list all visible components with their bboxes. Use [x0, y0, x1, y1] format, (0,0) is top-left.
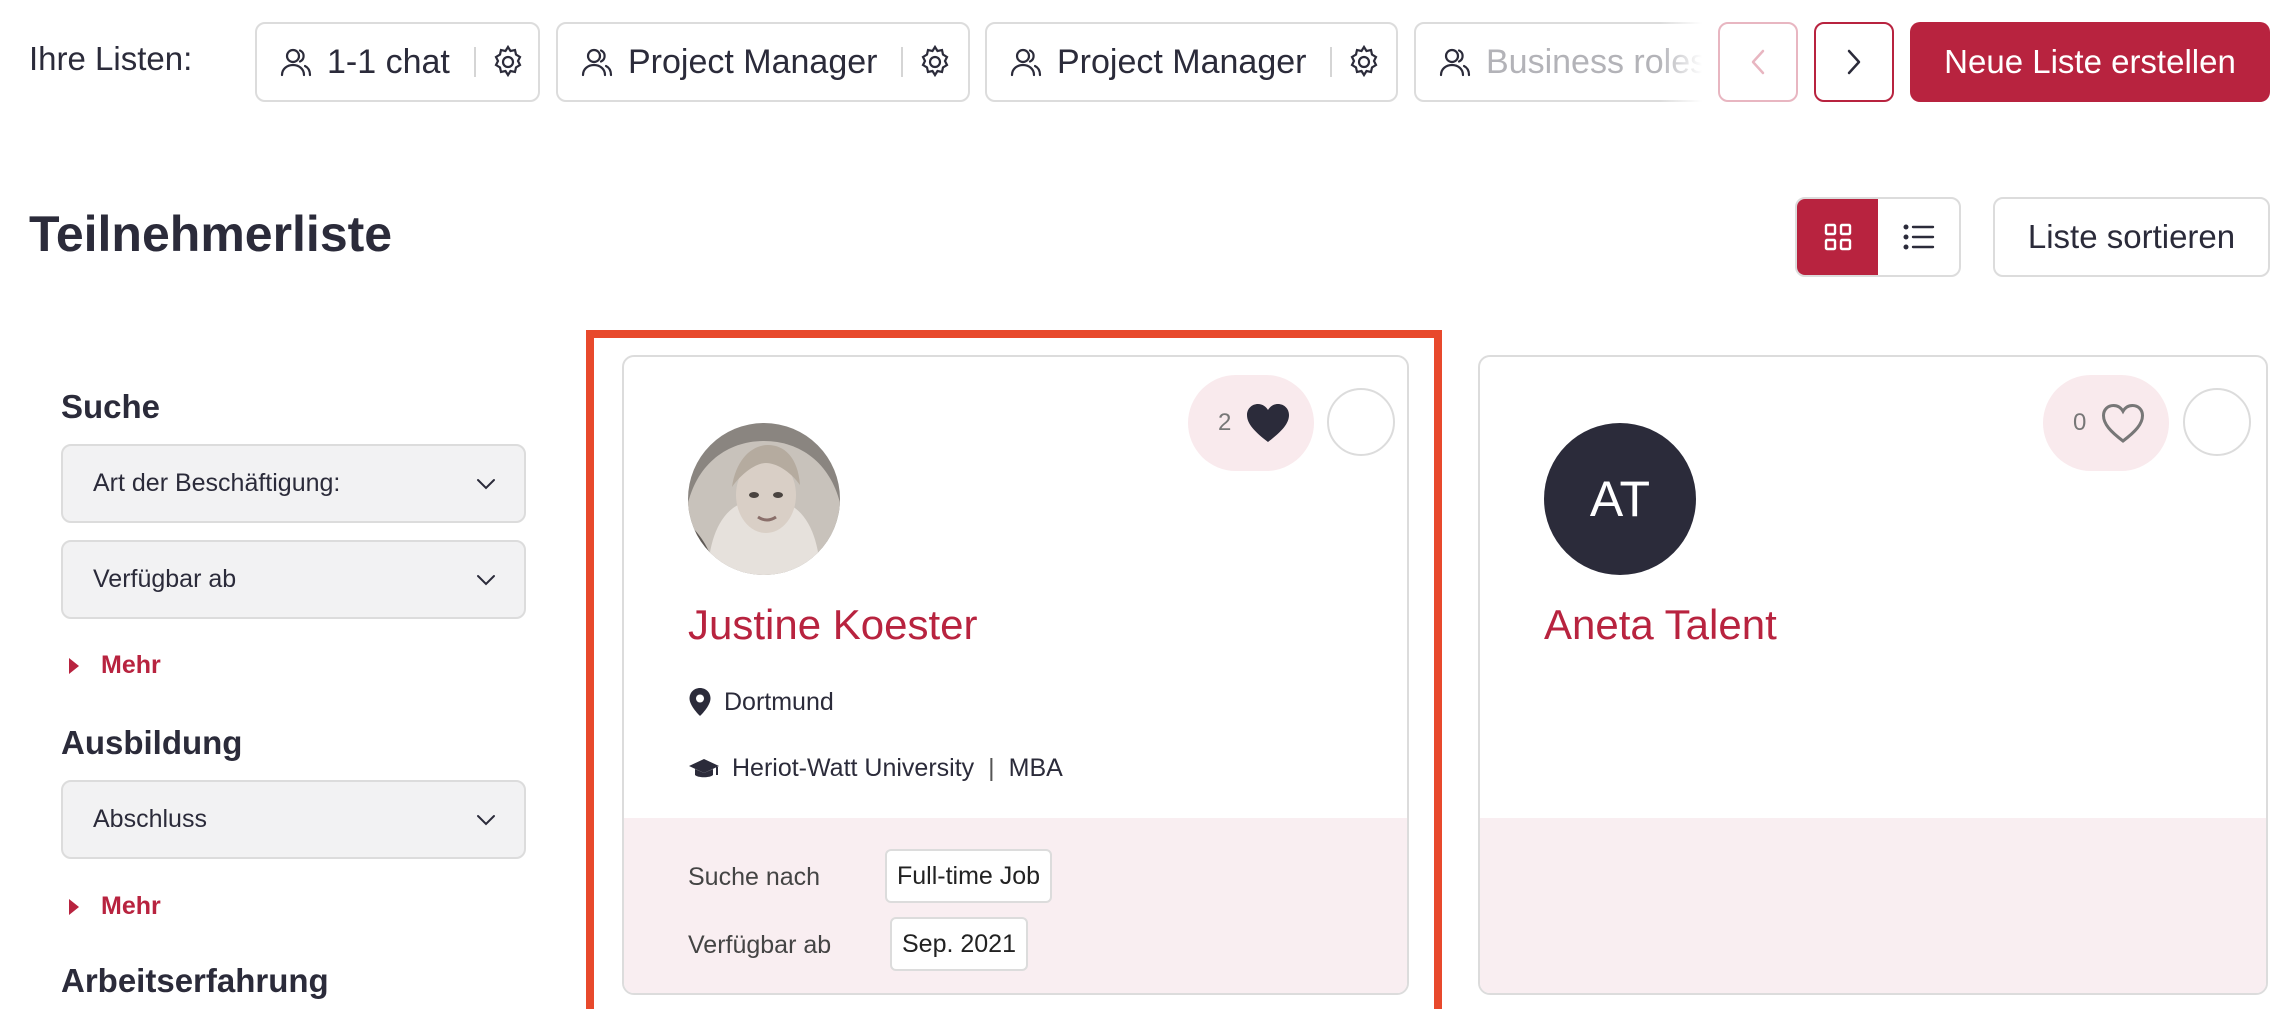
participant-card[interactable]: 0 AT Aneta Talent	[1478, 355, 2268, 995]
avatar-photo	[688, 423, 840, 575]
more-label: Mehr	[101, 892, 161, 920]
lists-prev-button[interactable]	[1718, 22, 1798, 102]
list-chip-1-1-chat[interactable]: 1-1 chat	[255, 22, 540, 102]
search-more-link[interactable]: Mehr	[69, 651, 161, 680]
users-icon	[1010, 48, 1042, 77]
avatar	[688, 423, 840, 575]
participant-name[interactable]: Justine Koester	[688, 601, 978, 649]
chevron-down-icon	[477, 574, 495, 585]
chevron-down-icon	[477, 814, 495, 825]
page-title: Teilnehmerliste	[29, 206, 393, 262]
employment-type-select[interactable]: Art der Beschäftigung:	[61, 444, 526, 523]
like-count: 0	[2073, 409, 2087, 436]
list-chip-label: Project Manager	[628, 42, 878, 81]
map-pin-icon	[689, 688, 711, 716]
chip-divider	[1330, 47, 1333, 77]
like-button[interactable]: 0	[2043, 375, 2169, 471]
list-view-button[interactable]	[1878, 199, 1959, 275]
users-icon	[280, 48, 312, 77]
education-row: Heriot-Watt University | MBA	[688, 754, 1063, 783]
available-from-badge: Sep. 2021	[890, 917, 1028, 971]
available-from-select[interactable]: Verfügbar ab	[61, 540, 526, 619]
like-count: 2	[1218, 409, 1232, 436]
select-value: Verfügbar ab	[93, 565, 237, 593]
chevron-left-icon	[1751, 49, 1765, 75]
users-icon	[1439, 48, 1471, 77]
gear-icon[interactable]	[917, 44, 953, 80]
looking-for-badge: Full-time Job	[885, 849, 1053, 903]
list-chip-label: Project Manager	[1057, 42, 1307, 81]
graduation-cap-icon	[689, 758, 719, 777]
filter-heading-search: Suche	[61, 388, 161, 425]
sort-list-button[interactable]: Liste sortieren	[1993, 197, 2270, 277]
more-label: Mehr	[101, 651, 161, 679]
gear-icon[interactable]	[1346, 44, 1382, 80]
grid-view-button[interactable]	[1797, 199, 1878, 275]
create-list-button[interactable]: Neue Liste erstellen	[1910, 22, 2270, 102]
chip-divider	[901, 47, 904, 77]
select-checkbox[interactable]	[1327, 388, 1395, 456]
like-button[interactable]: 2	[1188, 375, 1314, 471]
caret-right-icon	[69, 898, 79, 915]
list-chip-project-manager-1[interactable]: Project Manager	[556, 22, 970, 102]
grid-icon	[1824, 223, 1851, 251]
lists-label: Ihre Listen:	[29, 40, 193, 77]
select-value: Abschluss	[93, 805, 207, 833]
participant-card[interactable]: 2 Justine Koester Dortmund Heriot-Watt U…	[622, 355, 1409, 995]
list-chip-project-manager-2[interactable]: Project Manager	[985, 22, 1398, 102]
university-text: Heriot-Watt University	[732, 754, 975, 782]
heart-filled-icon	[1247, 404, 1290, 442]
chevron-right-icon	[1847, 49, 1861, 75]
available-from-label: Verfügbar ab	[688, 931, 832, 959]
select-checkbox[interactable]	[2183, 388, 2251, 456]
chip-overflow-fade	[1660, 22, 1720, 102]
filter-heading-education: Ausbildung	[61, 724, 243, 761]
chevron-down-icon	[477, 478, 495, 489]
view-toggle	[1795, 197, 1961, 277]
filter-heading-experience: Arbeitserfahrung	[61, 962, 329, 999]
location-row: Dortmund	[688, 687, 834, 717]
participant-name[interactable]: Aneta Talent	[1544, 601, 1777, 649]
avatar: AT	[1544, 423, 1696, 575]
location-text: Dortmund	[724, 687, 834, 716]
list-chip-label: 1-1 chat	[327, 42, 450, 81]
gear-icon[interactable]	[490, 44, 526, 80]
heart-outline-icon	[2102, 403, 2145, 443]
info-separator: |	[988, 754, 995, 782]
list-icon	[1903, 224, 1934, 250]
card-footer	[1480, 818, 2266, 993]
degree-select[interactable]: Abschluss	[61, 780, 526, 859]
chip-divider	[473, 47, 476, 77]
lists-next-button[interactable]	[1814, 22, 1894, 102]
users-icon	[581, 48, 613, 77]
degree-text: MBA	[1008, 754, 1063, 782]
caret-right-icon	[69, 657, 79, 674]
education-more-link[interactable]: Mehr	[69, 892, 161, 921]
select-value: Art der Beschäftigung:	[93, 469, 341, 497]
looking-for-label: Suche nach	[688, 863, 821, 891]
